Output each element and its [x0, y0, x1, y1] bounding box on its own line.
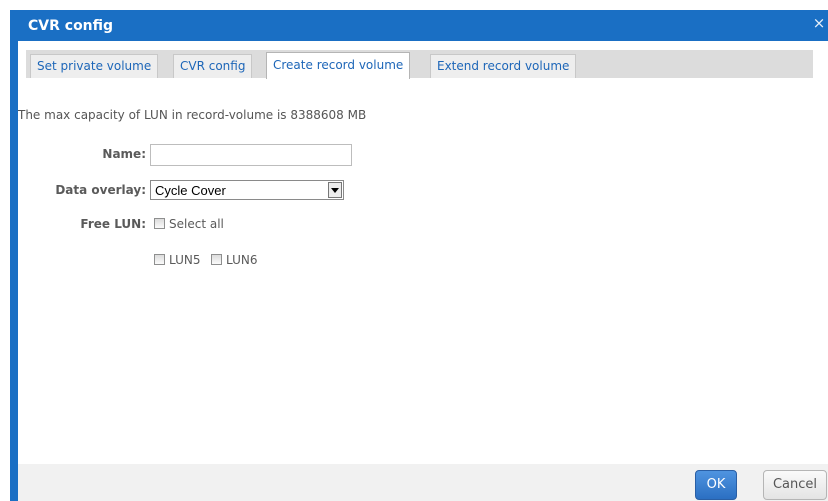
tab-set-private-volume[interactable]: Set private volume — [30, 54, 159, 78]
lun6-checkbox[interactable] — [211, 254, 222, 265]
chevron-down-icon[interactable] — [328, 182, 342, 198]
tab-create-record-volume[interactable]: Create record volume — [266, 52, 411, 79]
dialog-footer: OK Cancel — [18, 464, 828, 501]
cancel-button[interactable]: Cancel — [763, 470, 827, 500]
select-all-label[interactable]: Select all — [169, 217, 224, 231]
tab-extend-record-volume[interactable]: Extend record volume — [430, 54, 577, 78]
data-overlay-value: Cycle Cover — [155, 183, 226, 198]
tab-bar: Set private volume CVR config Create rec… — [26, 50, 813, 79]
select-all-checkbox[interactable] — [154, 218, 165, 229]
close-icon[interactable]: × — [812, 15, 826, 31]
lun6-label[interactable]: LUN6 — [226, 253, 257, 267]
name-input[interactable] — [150, 144, 352, 166]
lun5-label[interactable]: LUN5 — [169, 253, 200, 267]
lun5-checkbox[interactable] — [154, 254, 165, 265]
free-lun-label: Free LUN: — [80, 217, 146, 231]
cvr-config-dialog: CVR config × Set private volume CVR conf… — [10, 10, 828, 501]
dialog-title: CVR config — [28, 18, 114, 34]
data-overlay-select[interactable]: Cycle Cover — [150, 180, 344, 200]
max-capacity-info: The max capacity of LUN in record-volume… — [18, 108, 367, 122]
name-label: Name: — [102, 147, 146, 161]
tab-cvr-config[interactable]: CVR config — [173, 54, 253, 78]
dialog-titlebar[interactable]: CVR config × — [10, 10, 828, 41]
ok-button[interactable]: OK — [695, 470, 737, 500]
data-overlay-label: Data overlay: — [55, 183, 146, 197]
dialog-content: Set private volume CVR config Create rec… — [18, 41, 828, 464]
